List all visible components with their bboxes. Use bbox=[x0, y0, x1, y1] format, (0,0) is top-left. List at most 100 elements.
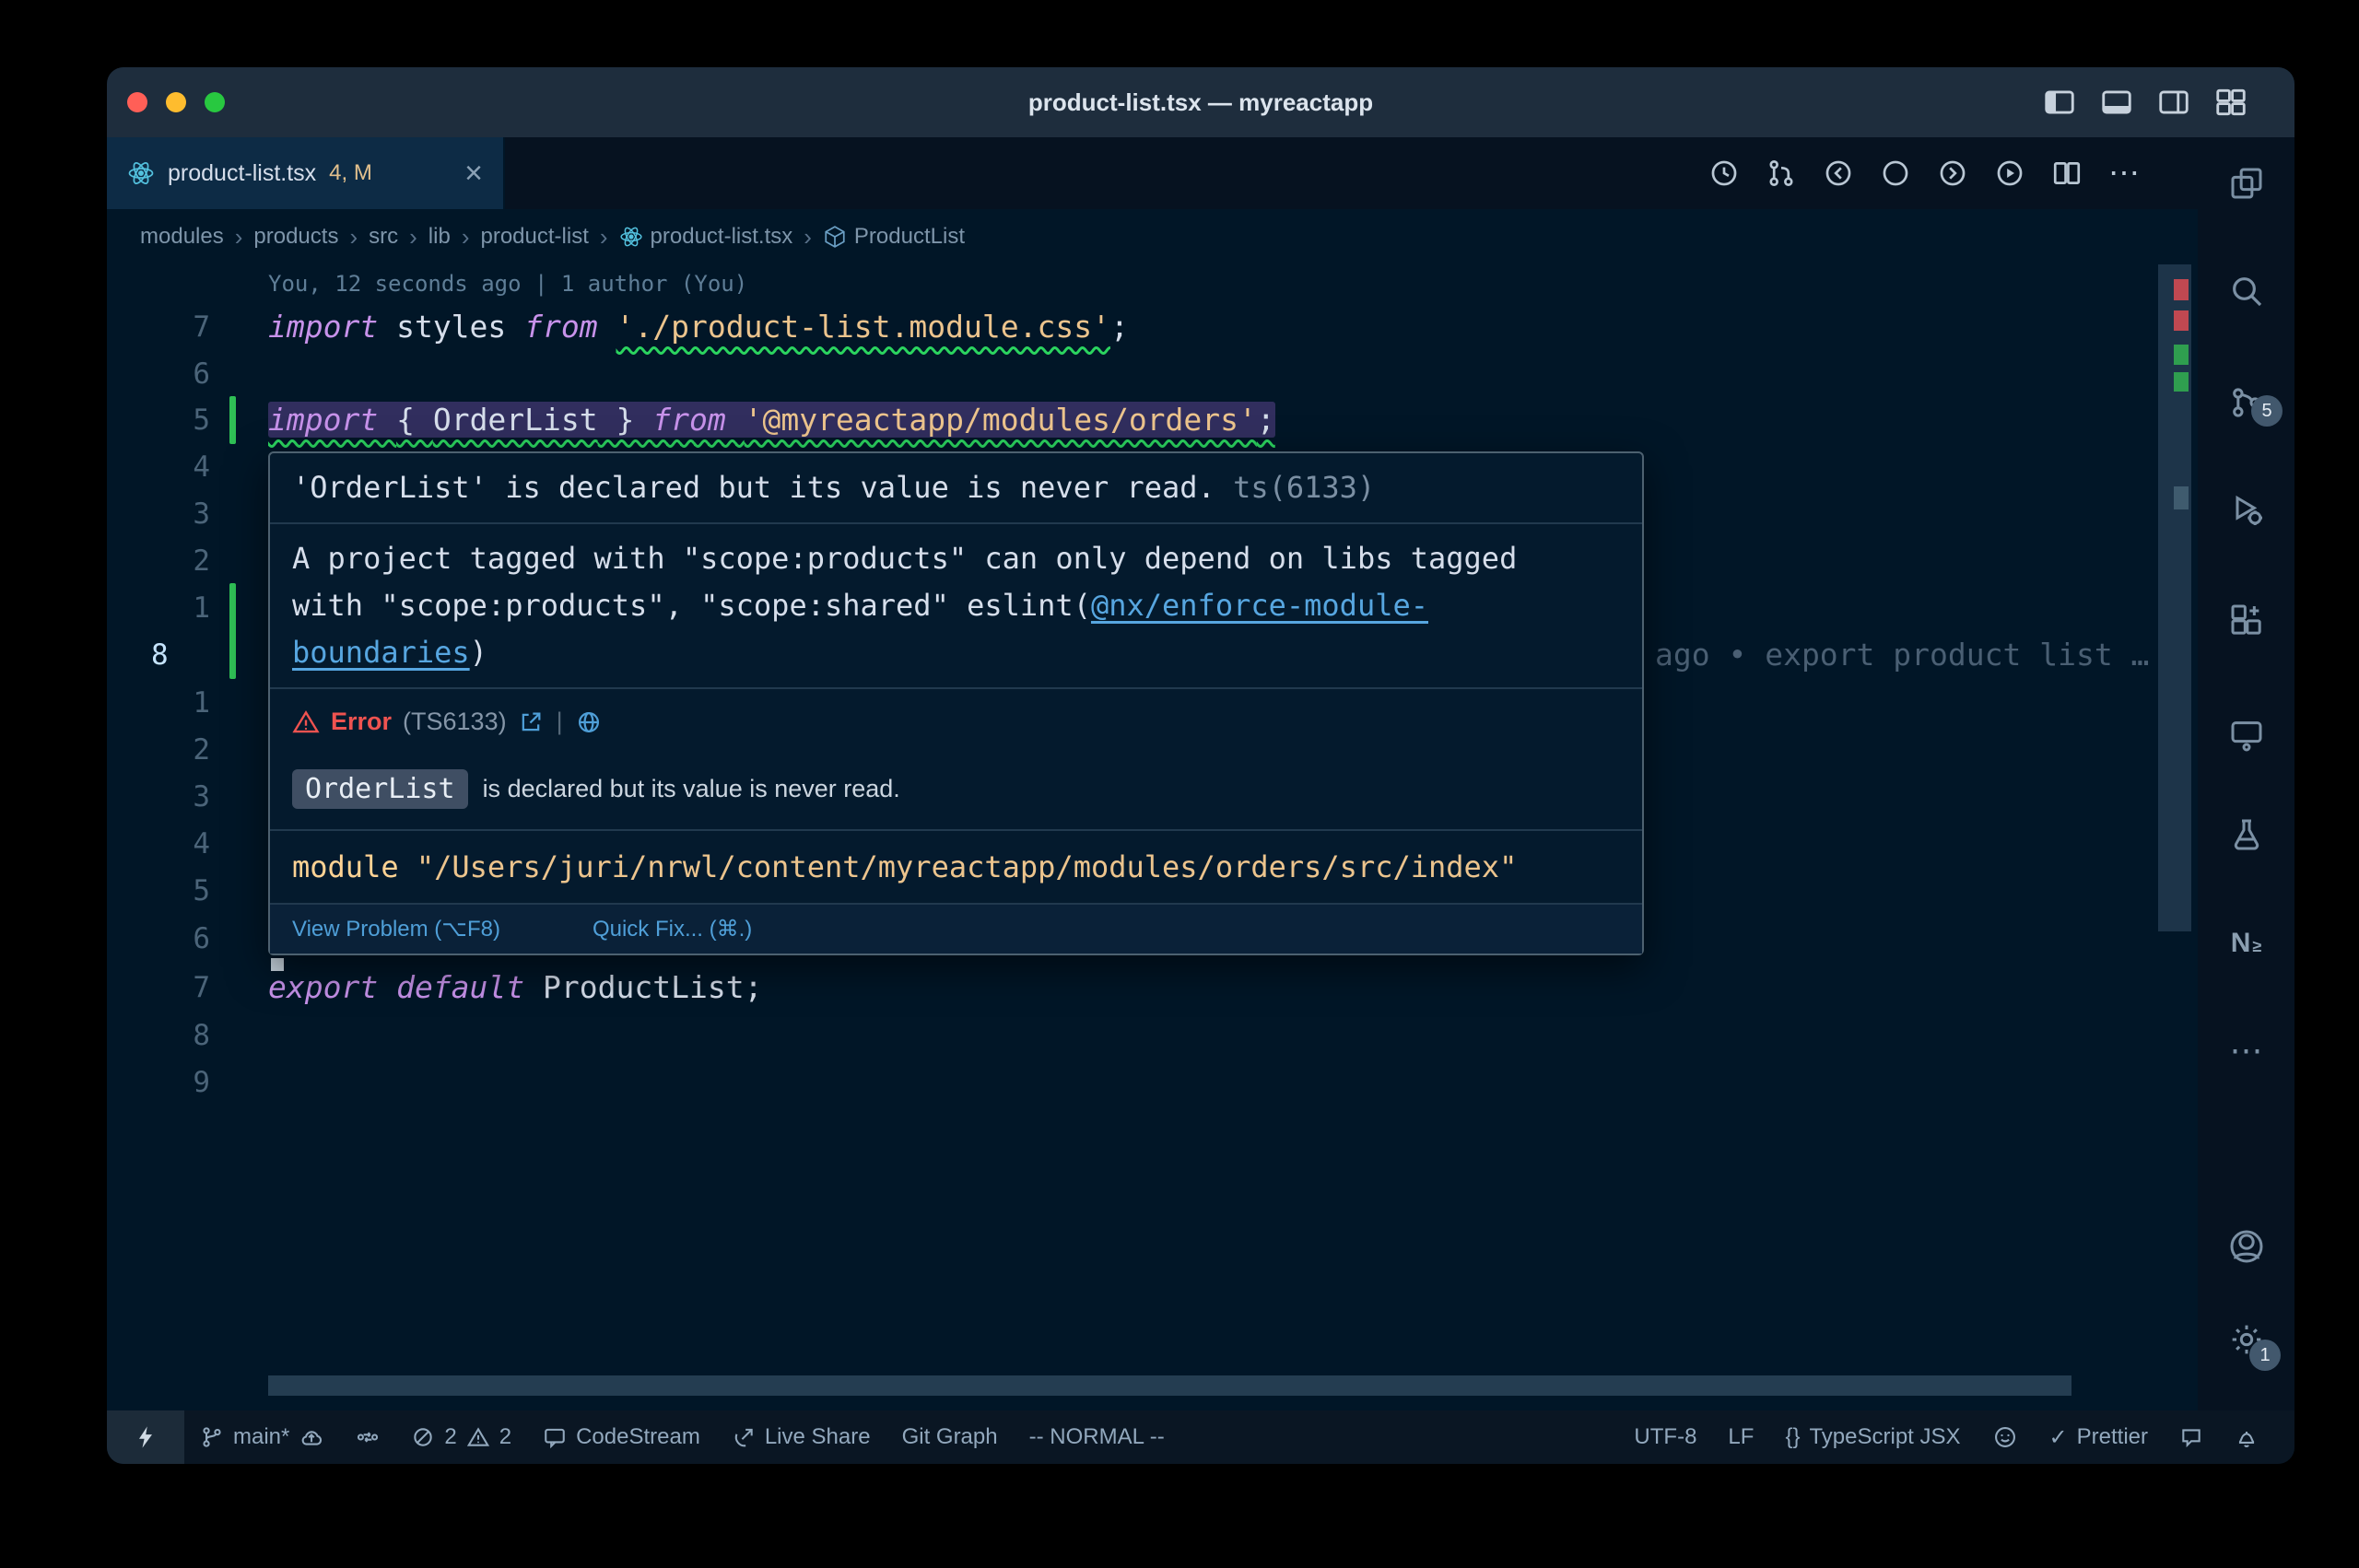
editor[interactable]: 7 6 5 4 3 2 1 8 1 2 3 4 5 6 7 8 9 You, 1… bbox=[107, 264, 2198, 1410]
navigate-forward-icon[interactable] bbox=[1937, 158, 1968, 189]
keyword-token: export bbox=[268, 969, 396, 1005]
run-debug-icon[interactable] bbox=[2224, 487, 2269, 532]
layout-sidebar-left-icon[interactable] bbox=[2042, 85, 2077, 120]
eol-status-item[interactable]: LF bbox=[1712, 1410, 1769, 1464]
line-number[interactable]: 7 bbox=[144, 303, 210, 351]
activity-bar: 5 N≥ ⋯ 1 bbox=[2198, 137, 2294, 1410]
chevron-right-icon: › bbox=[235, 223, 243, 252]
line-number[interactable]: 3 bbox=[144, 490, 210, 538]
breadcrumb-item-products[interactable]: products bbox=[253, 224, 338, 250]
account-icon[interactable] bbox=[2224, 1224, 2269, 1269]
testing-flask-icon[interactable] bbox=[2224, 813, 2269, 857]
diagnostic-source: ts(6133) bbox=[1233, 470, 1375, 505]
git-graph-label: Git Graph bbox=[902, 1424, 998, 1450]
encoding-status-item[interactable]: UTF-8 bbox=[1618, 1410, 1712, 1464]
breadcrumb-item-product-list[interactable]: product-list bbox=[480, 224, 588, 250]
layout-sidebar-right-icon[interactable] bbox=[2156, 85, 2191, 120]
keyword-token: default bbox=[396, 969, 543, 1005]
files-icon[interactable] bbox=[2224, 161, 2269, 205]
vim-mode-status-item[interactable]: -- NORMAL -- bbox=[1014, 1410, 1180, 1464]
remote-indicator[interactable] bbox=[107, 1410, 184, 1464]
remote-explorer-icon[interactable] bbox=[2224, 713, 2269, 757]
react-file-icon bbox=[127, 159, 155, 187]
globe-icon[interactable] bbox=[576, 709, 602, 735]
codestream-status-item[interactable]: CodeStream bbox=[527, 1410, 716, 1464]
breadcrumb-item-lib[interactable]: lib bbox=[428, 224, 451, 250]
prettier-status-item[interactable]: ✓ Prettier bbox=[2034, 1410, 2164, 1464]
feedback-icon bbox=[2179, 1425, 2203, 1449]
view-problem-link[interactable]: View Problem (⌥F8) bbox=[292, 916, 500, 942]
tab-product-list[interactable]: product-list.tsx 4, M × bbox=[107, 137, 505, 209]
breadcrumb-item-src[interactable]: src bbox=[369, 224, 398, 250]
search-icon[interactable] bbox=[2224, 269, 2269, 313]
git-compare-icon[interactable] bbox=[1766, 158, 1797, 189]
nx-console-icon[interactable]: N≥ bbox=[2224, 921, 2269, 965]
code-line-import-orderlist[interactable]: import { OrderList } from '@myreactapp/m… bbox=[268, 396, 1275, 444]
problems-status-item[interactable]: 2 2 bbox=[395, 1410, 527, 1464]
source-control-badge: 5 bbox=[2251, 395, 2283, 427]
feedback-status-item[interactable] bbox=[2164, 1410, 2219, 1464]
line-number[interactable]: 1 bbox=[144, 679, 210, 727]
eslint-message-line1: A project tagged with "scope:products" c… bbox=[292, 535, 1620, 582]
line-number[interactable]: 5 bbox=[144, 396, 210, 444]
line-number[interactable]: 4 bbox=[144, 443, 210, 491]
quick-fix-link[interactable]: Quick Fix... (⌘.) bbox=[593, 916, 752, 942]
git-graph-status-item[interactable]: Git Graph bbox=[886, 1410, 1014, 1464]
codestream-label: CodeStream bbox=[576, 1424, 700, 1450]
layout-customize-icon[interactable] bbox=[2213, 85, 2248, 120]
line-number[interactable]: 2 bbox=[144, 537, 210, 585]
close-window-button[interactable] bbox=[127, 92, 147, 112]
ruler-error-mark bbox=[2174, 310, 2189, 331]
line-number[interactable]: 9 bbox=[144, 1059, 210, 1106]
diagnostic-hover-tooltip: 'OrderList' is declared but its value is… bbox=[268, 451, 1644, 955]
zoom-window-button[interactable] bbox=[205, 92, 225, 112]
eslint-message-line3: ) bbox=[470, 635, 487, 670]
timeline-icon[interactable] bbox=[1708, 158, 1740, 189]
line-number[interactable]: 6 bbox=[144, 350, 210, 398]
editor-actions: ⋯ bbox=[1708, 137, 2140, 209]
line-number[interactable]: 3 bbox=[144, 773, 210, 821]
line-number[interactable]: 7 bbox=[144, 964, 210, 1012]
settings-badge: 1 bbox=[2249, 1340, 2281, 1371]
layout-panel-icon[interactable] bbox=[2099, 85, 2134, 120]
line-number[interactable]: 5 bbox=[144, 867, 210, 915]
error-circle-icon bbox=[411, 1425, 435, 1449]
extensions-icon[interactable] bbox=[2224, 598, 2269, 642]
chevron-right-icon: › bbox=[409, 223, 417, 252]
external-link-icon[interactable] bbox=[518, 709, 544, 735]
code-line-import-styles[interactable]: import styles from './product-list.modul… bbox=[268, 303, 1129, 351]
chevron-right-icon: › bbox=[600, 223, 608, 252]
breadcrumb-item-modules[interactable]: modules bbox=[140, 224, 224, 250]
vim-mode-label: -- NORMAL -- bbox=[1029, 1424, 1165, 1450]
blame-code-lens[interactable]: You, 12 seconds ago | 1 author (You) bbox=[268, 264, 747, 303]
split-editor-icon[interactable] bbox=[2051, 158, 2083, 189]
record-icon[interactable] bbox=[1880, 158, 1911, 189]
chevron-right-icon: › bbox=[349, 223, 358, 252]
copilot-status-item[interactable] bbox=[1977, 1410, 2034, 1464]
breadcrumb-item-symbol[interactable]: ProductList bbox=[823, 224, 965, 250]
run-file-icon[interactable] bbox=[1994, 158, 2025, 189]
line-number[interactable]: 1 bbox=[144, 584, 210, 632]
current-line-number[interactable]: 8 bbox=[151, 631, 234, 679]
branch-status-item[interactable]: main* bbox=[184, 1410, 340, 1464]
minimize-window-button[interactable] bbox=[166, 92, 186, 112]
eslint-rule-link[interactable]: @nx/enforce-module- bbox=[1091, 588, 1428, 623]
eslint-rule-link[interactable]: boundaries bbox=[292, 635, 470, 670]
language-status-item[interactable]: {} TypeScript JSX bbox=[1769, 1410, 1976, 1464]
more-actions-icon[interactable]: ⋯ bbox=[2108, 158, 2140, 189]
keyword-token: import bbox=[268, 309, 396, 345]
line-number[interactable]: 4 bbox=[144, 820, 210, 868]
notifications-status-item[interactable] bbox=[2219, 1410, 2274, 1464]
tab-close-icon[interactable]: × bbox=[464, 158, 483, 189]
compare-changes-item[interactable] bbox=[340, 1410, 395, 1464]
line-number[interactable]: 2 bbox=[144, 726, 210, 774]
additional-views-icon[interactable]: ⋯ bbox=[2224, 1028, 2269, 1072]
breadcrumb-item-file[interactable]: product-list.tsx bbox=[619, 224, 793, 250]
live-share-status-item[interactable]: Live Share bbox=[716, 1410, 886, 1464]
line-number[interactable]: 6 bbox=[144, 915, 210, 963]
navigate-back-icon[interactable] bbox=[1823, 158, 1854, 189]
code-line-export-default[interactable]: export default ProductList; bbox=[268, 964, 762, 1012]
hover-resize-grip[interactable] bbox=[271, 958, 284, 971]
line-number[interactable]: 8 bbox=[144, 1012, 210, 1059]
horizontal-scrollbar[interactable] bbox=[268, 1375, 2071, 1396]
